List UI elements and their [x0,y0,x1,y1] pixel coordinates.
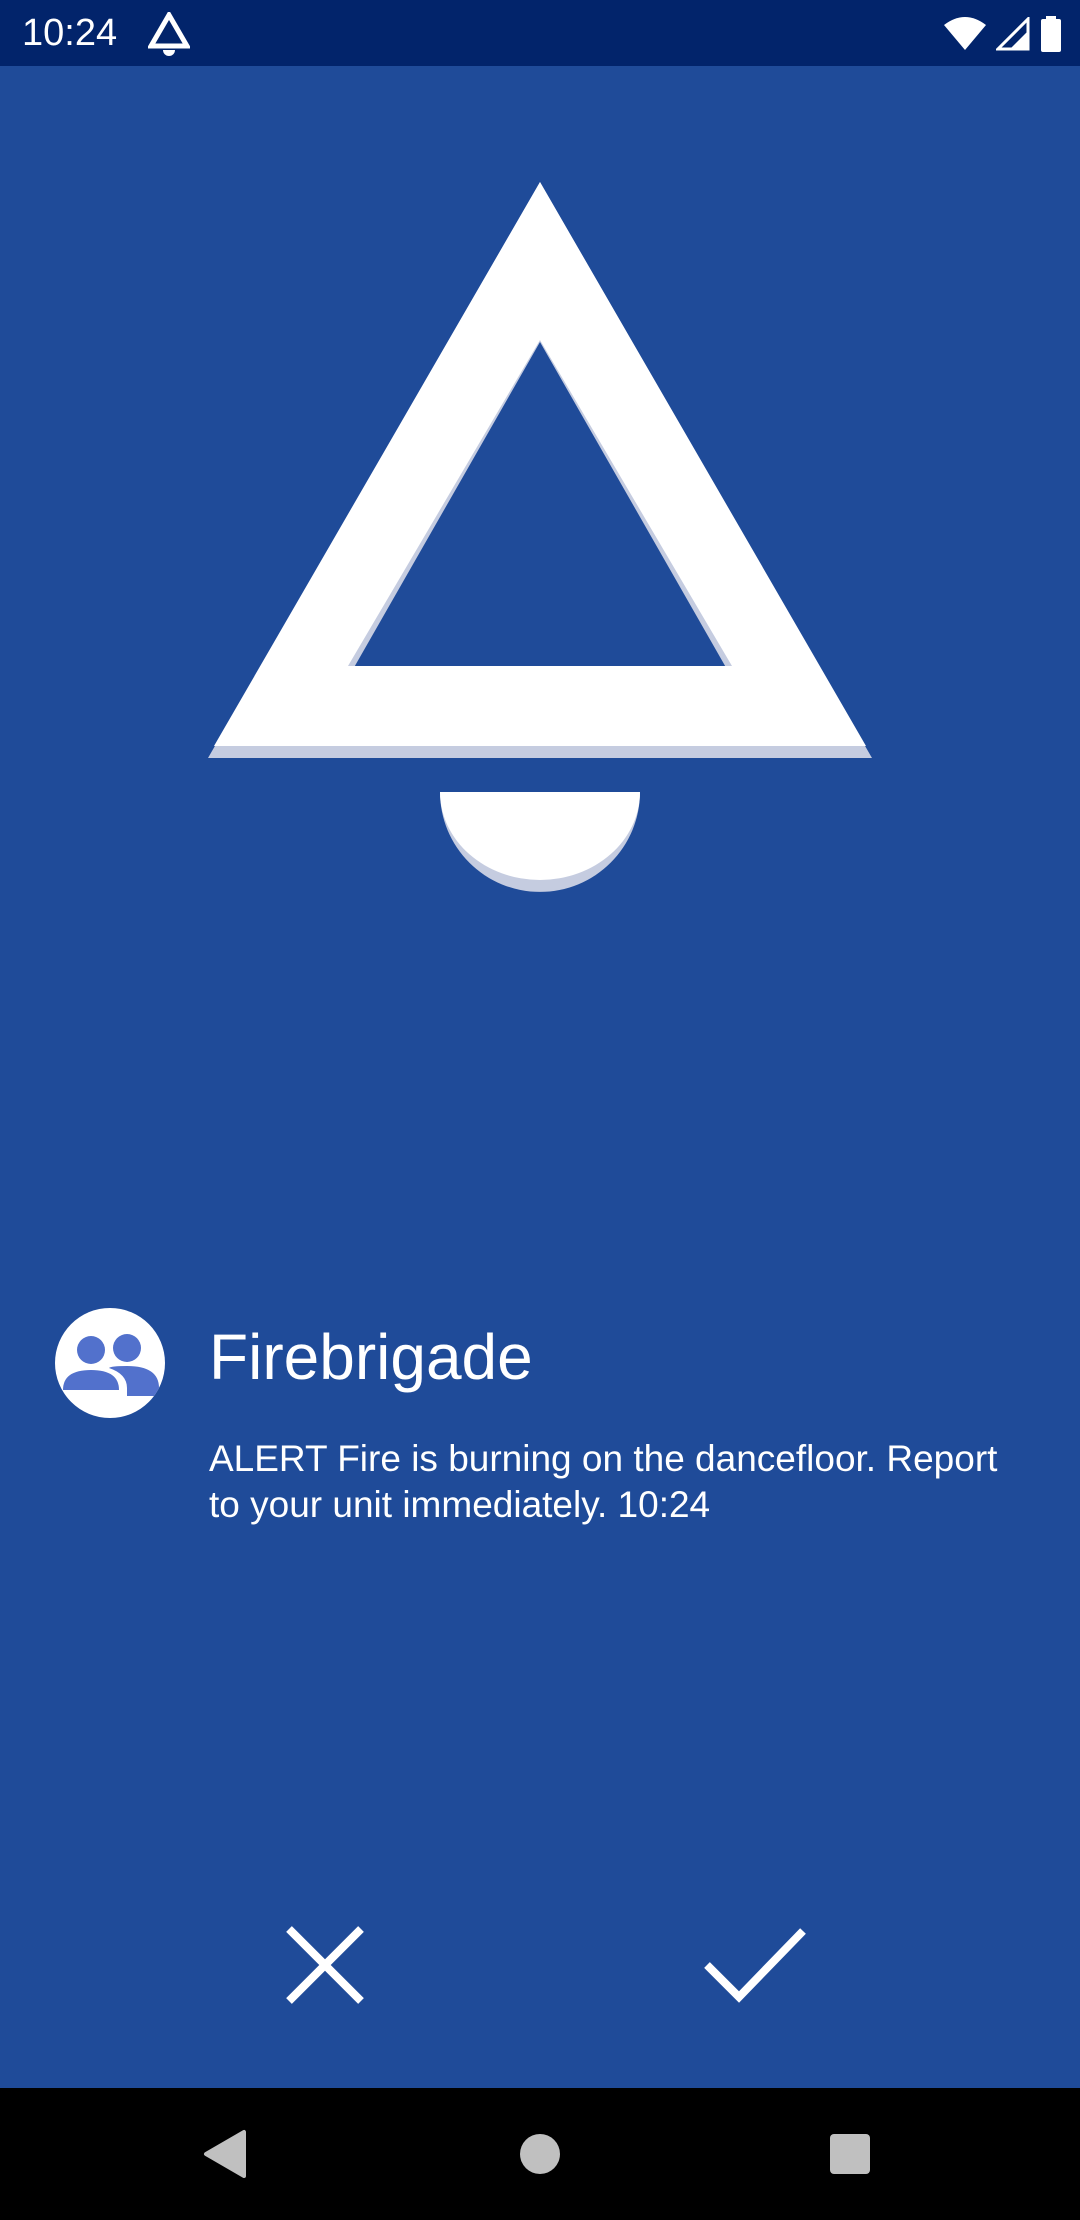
group-icon [63,1334,159,1396]
nav-recents-button[interactable] [810,2114,890,2194]
sender-name: Firebrigade [209,1321,533,1393]
bell-icon [208,182,872,892]
status-time: 10:24 [22,12,118,54]
wifi-icon [944,17,986,50]
status-bar: 10:24 [0,0,1080,66]
check-icon [704,1928,806,2003]
recents-icon [830,2134,870,2174]
navigation-bar [0,2088,1080,2220]
alert-body-text: ALERT Fire is burning on the dancefloor.… [209,1438,998,1525]
nav-back-button[interactable] [186,2114,266,2194]
nav-home-button[interactable] [500,2114,580,2194]
close-icon [286,1926,364,2004]
status-icons [944,14,1062,54]
alert-triangle-icon [148,12,190,56]
hero-bell-logo [0,170,1080,900]
avatar [55,1308,165,1418]
back-icon [204,2130,246,2178]
cell-signal-icon [996,17,1030,51]
home-icon [520,2134,560,2174]
battery-icon [1041,16,1061,52]
alert-message: Firebrigade ALERT Fire is burning on the… [0,1300,1080,1560]
accept-button[interactable] [695,1910,815,2020]
dismiss-button[interactable] [265,1910,385,2020]
